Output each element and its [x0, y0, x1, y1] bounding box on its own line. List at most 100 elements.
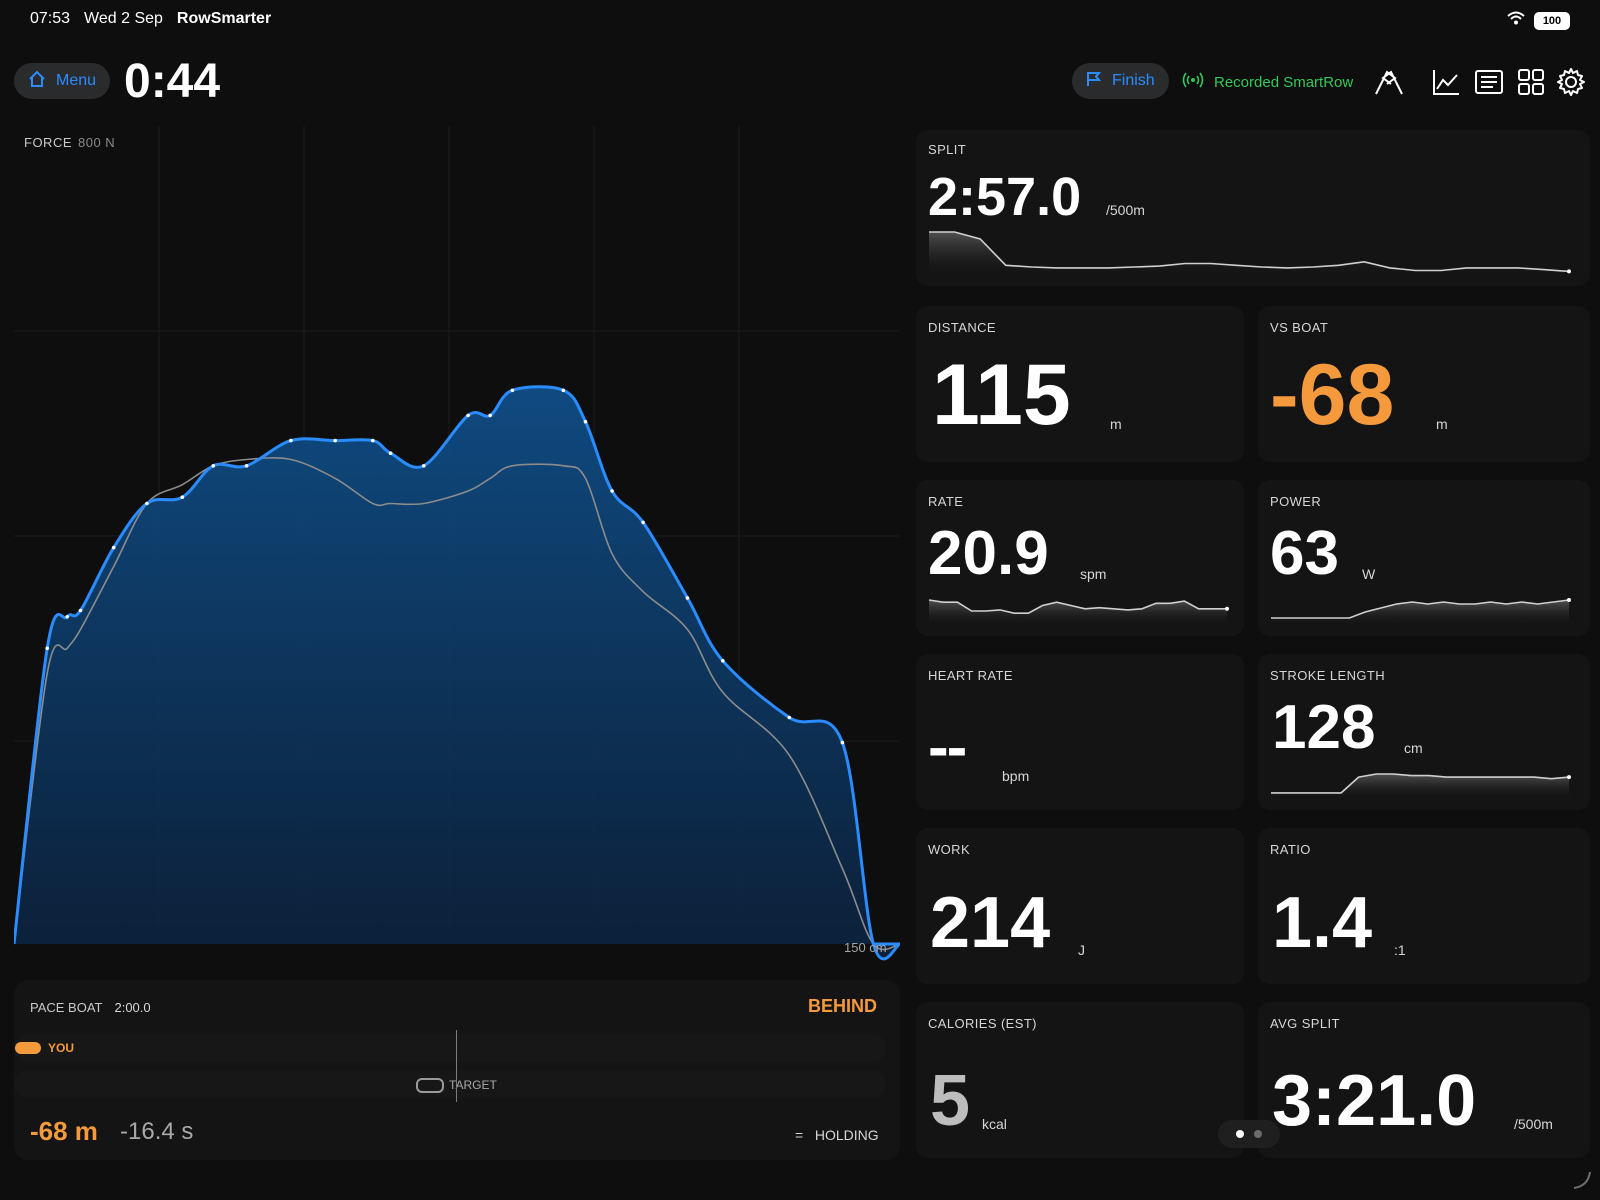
status-date: Wed 2 Sep: [84, 10, 163, 27]
finish-button[interactable]: Finish: [1072, 63, 1169, 99]
power-spark-last-point: [1567, 598, 1571, 602]
vs-boat-label: VS BOAT: [1270, 320, 1329, 335]
resize-handle-icon[interactable]: [1570, 1168, 1592, 1190]
distance-value: 115: [932, 347, 1071, 443]
elapsed-timer: 0:44: [124, 55, 221, 108]
distance-unit: m: [1110, 416, 1122, 432]
split-label: SPLIT: [928, 142, 967, 157]
stroke-length-unit: cm: [1404, 740, 1423, 756]
you-lane: [14, 1034, 886, 1062]
work-unit: J: [1078, 942, 1085, 958]
force-point: [422, 464, 426, 468]
force-area-fill: [14, 386, 900, 959]
race-flags-icon[interactable]: [1373, 66, 1405, 98]
force-label: FORCE: [24, 135, 72, 150]
avg-split-value: 3:21.0: [1272, 1061, 1477, 1141]
force-point: [840, 740, 845, 745]
battery-indicator: 100: [1534, 11, 1570, 30]
grid-icon[interactable]: [1515, 66, 1547, 98]
force-point: [787, 715, 792, 720]
list-icon[interactable]: [1473, 66, 1505, 98]
status-indicators: 100: [1506, 10, 1570, 31]
stroke-length-sparkline: [1271, 773, 1571, 800]
you-boat-marker: [15, 1042, 41, 1054]
vs-boat-unit: m: [1436, 416, 1448, 432]
force-point: [111, 545, 116, 550]
home-icon: [28, 70, 46, 93]
menu-label: Menu: [56, 72, 97, 89]
force-point: [244, 464, 249, 468]
stroke-length-label: STROKE LENGTH: [1270, 668, 1385, 683]
trend-label: HOLDING: [814, 1127, 879, 1143]
split-sparkline: [929, 231, 1571, 278]
rate-sparkline: [928, 599, 1229, 626]
stroke-length-axis-label: 150 cm: [844, 940, 887, 955]
status-time: 07:53: [30, 10, 71, 27]
rate-unit: spm: [1080, 566, 1107, 582]
force-point: [145, 501, 149, 506]
calories-unit: kcal: [982, 1116, 1007, 1132]
force-point: [510, 388, 515, 393]
page-dot-1[interactable]: [1236, 1130, 1244, 1138]
target-boat-marker: [416, 1078, 444, 1093]
force-point: [685, 596, 690, 600]
flag-icon: [1086, 71, 1102, 92]
force-point: [488, 413, 493, 418]
split-value: 2:57.0: [928, 167, 1082, 227]
split-spark-fill: [929, 232, 1569, 278]
pace-boat-pace: 2:00.0: [114, 1000, 151, 1015]
stroke-spark-fill: [1271, 774, 1569, 800]
menu-button[interactable]: Menu: [14, 63, 111, 99]
power-spark-fill: [1271, 600, 1569, 626]
stroke-length-value: 128: [1272, 693, 1376, 762]
rate-spark-last-point: [1225, 606, 1229, 611]
recorded-status: Recorded SmartRow: [1182, 72, 1353, 92]
force-max-label: 800 N: [78, 135, 116, 150]
vs-boat-value: -68: [1270, 347, 1395, 443]
force-point: [65, 615, 69, 619]
avg-split-unit: /500m: [1514, 1116, 1553, 1132]
force-point: [78, 608, 83, 613]
heart-rate-value: --: [928, 713, 967, 782]
heart-rate-label: HEART RATE: [928, 668, 1013, 683]
work-label: WORK: [928, 842, 971, 857]
force-curve-chart: [14, 126, 900, 961]
power-sparkline: [1271, 598, 1571, 626]
avg-split-label: AVG SPLIT: [1270, 1016, 1340, 1031]
position-marker-line: [456, 1030, 457, 1102]
ratio-label: RATIO: [1270, 842, 1311, 857]
force-point: [610, 489, 614, 493]
force-point: [466, 413, 470, 418]
finish-label: Finish: [1112, 72, 1155, 89]
force-point: [333, 438, 338, 443]
heart-rate-unit: bpm: [1002, 768, 1030, 784]
force-point: [583, 419, 588, 424]
line-chart-icon[interactable]: [1430, 66, 1462, 98]
pace-boat-label: PACE BOAT: [30, 1000, 103, 1015]
trend-status: = HOLDING: [795, 1127, 879, 1143]
split-spark-line: [929, 231, 1570, 273]
power-unit: W: [1362, 566, 1376, 582]
settings-icon[interactable]: [1555, 66, 1587, 98]
distance-label: DISTANCE: [928, 320, 996, 335]
you-label: YOU: [48, 1041, 75, 1055]
trend-symbol: =: [795, 1127, 804, 1143]
power-label: POWER: [1270, 494, 1322, 509]
wifi-icon: [1506, 10, 1526, 31]
force-point: [371, 438, 375, 443]
distance-delta: -68 m: [30, 1116, 98, 1146]
app-name: RowSmarter: [176, 10, 272, 27]
split-unit: /500m: [1106, 202, 1145, 218]
force-point: [211, 464, 216, 468]
force-axis-label: FORCE 800 N: [24, 135, 115, 150]
pace-boat-title: PACE BOAT 2:00.0: [30, 1000, 151, 1015]
pace-status-badge: BEHIND: [808, 996, 878, 1016]
work-value: 214: [930, 883, 1051, 963]
rate-value: 20.9: [928, 519, 1049, 588]
force-point: [45, 646, 49, 651]
page-dot-2[interactable]: [1254, 1130, 1262, 1138]
ratio-value: 1.4: [1272, 883, 1373, 963]
power-value: 63: [1270, 519, 1339, 588]
page-indicator[interactable]: [1218, 1120, 1280, 1148]
calories-value: 5: [930, 1061, 971, 1141]
